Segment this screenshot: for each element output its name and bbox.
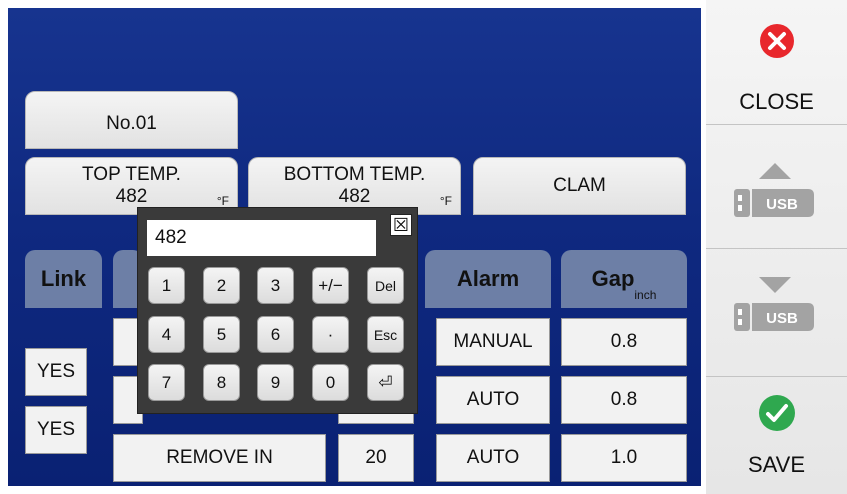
clam-button[interactable]: CLAM [473, 157, 686, 215]
key-2[interactable]: 2 [203, 267, 240, 304]
key-5[interactable]: 5 [203, 316, 240, 353]
program-number-button[interactable]: No.01 [25, 91, 238, 149]
key-8[interactable]: 8 [203, 364, 240, 401]
alarm-cell-1[interactable]: MANUAL [436, 318, 550, 366]
keypad-close-icon[interactable]: ☒ [390, 214, 412, 236]
usb-download-text: USB [766, 310, 798, 327]
gap-cell-3[interactable]: 1.0 [561, 434, 687, 482]
numeric-keypad: 482 ☒ 1 2 3 +/− Del 4 5 6 · Esc 7 8 9 0 … [137, 207, 418, 414]
usb-upload-text: USB [766, 196, 798, 213]
top-temp-label: TOP TEMP. [82, 164, 181, 185]
gap-header-unit: inch [634, 288, 657, 302]
bottom-temp-label: BOTTOM TEMP. [283, 164, 426, 185]
usb-upload-icon: USB [734, 163, 814, 217]
bottom-temp-value: 482 [338, 186, 371, 207]
key-enter[interactable]: ⏎ [367, 364, 404, 401]
key-delete[interactable]: Del [367, 267, 404, 304]
key-4[interactable]: 4 [148, 316, 185, 353]
close-button[interactable]: CLOSE [706, 0, 847, 124]
link-cell-3[interactable]: YES [25, 406, 87, 454]
bottom-temp-unit: °F [439, 194, 452, 208]
save-label: SAVE [747, 452, 806, 477]
top-temp-value: 482 [115, 186, 148, 207]
gap-header-label: Gap [591, 266, 635, 291]
checkmark-icon [759, 395, 795, 431]
time-cell-3[interactable]: 20 [338, 434, 414, 482]
key-9[interactable]: 9 [257, 364, 294, 401]
gap-header: Gap inch [561, 250, 687, 308]
usb-download-icon: USB [734, 277, 814, 331]
key-6[interactable]: 6 [257, 316, 294, 353]
link-header: Link [25, 250, 102, 308]
link-cell-2[interactable]: YES [25, 348, 87, 396]
key-7[interactable]: 7 [148, 364, 185, 401]
alarm-cell-2[interactable]: AUTO [436, 376, 550, 424]
key-3[interactable]: 3 [257, 267, 294, 304]
gap-cell-2[interactable]: 0.8 [561, 376, 687, 424]
gap-cell-1[interactable]: 0.8 [561, 318, 687, 366]
key-0[interactable]: 0 [312, 364, 349, 401]
keypad-display: 482 [147, 220, 376, 256]
key-1[interactable]: 1 [148, 267, 185, 304]
usb-upload-button[interactable]: USB [706, 125, 847, 247]
alarm-cell-3[interactable]: AUTO [436, 434, 550, 482]
usb-download-button[interactable]: USB [706, 249, 847, 375]
step-cell-3[interactable]: REMOVE IN [113, 434, 326, 482]
save-button[interactable]: SAVE [706, 377, 847, 494]
close-icon [760, 24, 794, 58]
key-decimal[interactable]: · [312, 316, 349, 353]
key-escape[interactable]: Esc [367, 316, 404, 353]
alarm-header: Alarm [425, 250, 551, 308]
key-plus-minus[interactable]: +/− [312, 267, 349, 304]
close-label: CLOSE [739, 89, 814, 114]
